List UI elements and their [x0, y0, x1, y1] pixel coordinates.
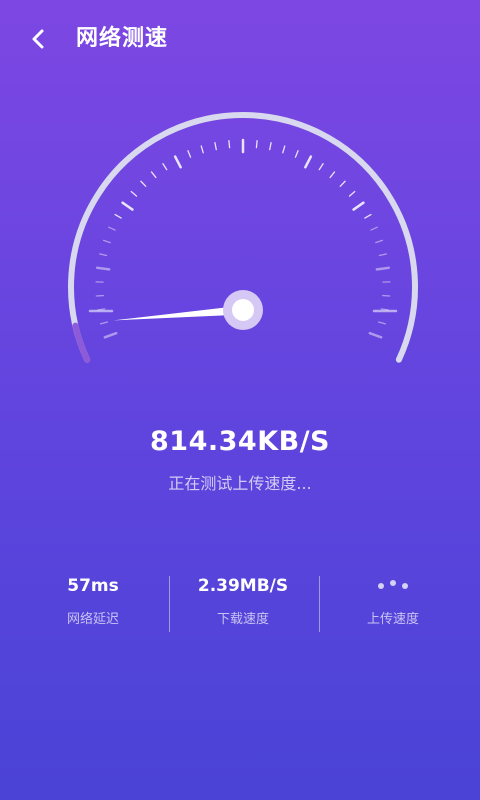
loading-dot [378, 583, 384, 589]
loading-dot [402, 583, 408, 589]
gauge-major-tick [375, 266, 390, 271]
gauge-minor-tick [255, 140, 258, 149]
download-label: 下载速度 [216, 612, 269, 627]
gauge-minor-tick [114, 213, 122, 219]
gauge-minor-tick [100, 321, 109, 325]
stat-download: 2.39MB/S 下载速度 [163, 572, 323, 627]
gauge-major-tick [121, 201, 134, 211]
gauge-minor-tick [370, 226, 378, 231]
gauge-major-tick [368, 331, 383, 339]
gauge-major-tick [103, 331, 118, 339]
gauge-major-tick [173, 155, 182, 169]
gauge-major-tick [96, 266, 111, 271]
stat-latency: 57ms 网络延迟 [13, 572, 173, 627]
gauge-minor-tick [348, 190, 356, 197]
gauge-major-tick [352, 201, 365, 211]
gauge-minor-tick [102, 239, 111, 244]
stats-row: 57ms 网络延迟 2.39MB/S 下载速度 上传速度 [0, 572, 480, 634]
gauge-minor-tick [378, 253, 387, 257]
gauge-minor-tick [329, 171, 336, 179]
gauge-minor-tick [318, 163, 324, 171]
download-value: 2.39MB/S [197, 576, 289, 596]
loading-dot [390, 580, 396, 586]
gauge-minor-tick [162, 163, 168, 171]
gauge-minor-tick [150, 171, 157, 179]
gauge-minor-tick [282, 145, 286, 154]
stat-upload: 上传速度 [313, 572, 473, 627]
gauge-minor-tick [214, 142, 217, 151]
gauge-minor-tick [108, 226, 116, 231]
loading-dots-icon [313, 572, 473, 600]
latency-label: 网络延迟 [66, 612, 119, 627]
gauge-minor-tick [294, 150, 299, 158]
test-status: 正在测试上传速度... [168, 474, 312, 493]
gauge-hub-center [232, 299, 254, 321]
gauge-minor-tick [339, 180, 346, 187]
gauge-minor-tick [228, 140, 231, 149]
gauge-minor-tick [377, 321, 386, 325]
gauge-minor-tick [99, 253, 108, 257]
gauge-minor-tick [269, 142, 272, 151]
gauge-progress [72, 322, 91, 363]
latency-value: 57ms [67, 576, 119, 596]
gauge-minor-tick [187, 150, 192, 158]
gauge-minor-tick [364, 213, 372, 219]
gauge-minor-tick [375, 239, 384, 244]
speed-gauge [68, 111, 418, 363]
gauge-major-tick [304, 155, 313, 169]
gauge-minor-tick [200, 145, 204, 154]
current-speed: 814.34KB/S [150, 426, 330, 457]
gauge-minor-tick [140, 180, 147, 187]
gauge-minor-tick [130, 190, 138, 197]
upload-label: 上传速度 [366, 612, 419, 627]
